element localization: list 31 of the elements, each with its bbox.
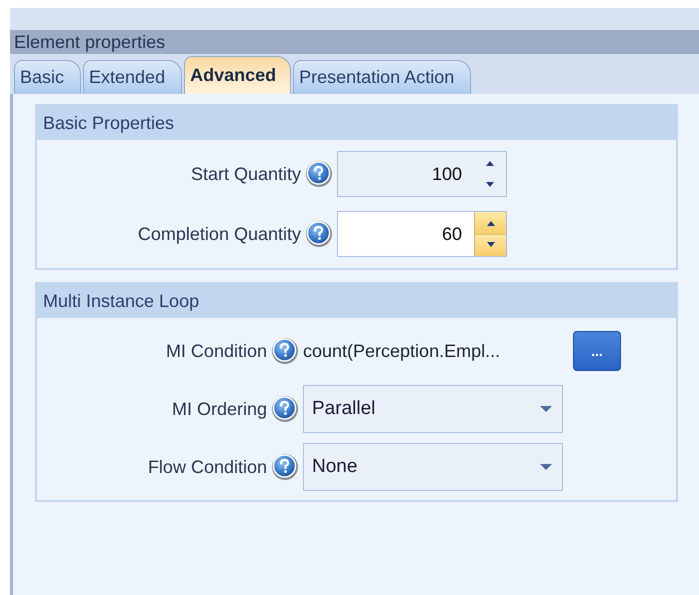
field-label: MI Condition bbox=[164, 340, 267, 362]
dropdown[interactable]: None bbox=[303, 443, 563, 491]
tab[interactable]: Advanced bbox=[184, 56, 292, 94]
help-icon[interactable] bbox=[305, 220, 333, 248]
help-icon[interactable] bbox=[271, 337, 299, 365]
group-title: Basic Properties bbox=[43, 113, 174, 133]
tab[interactable]: Basic bbox=[14, 60, 82, 94]
up-arrow-icon bbox=[484, 218, 496, 227]
number-field[interactable]: 100 bbox=[337, 151, 507, 197]
dropdown-arrow-icon bbox=[538, 462, 554, 472]
help-icon[interactable] bbox=[305, 160, 333, 188]
number-field[interactable]: 60 bbox=[337, 211, 507, 257]
dropdown[interactable]: Parallel bbox=[303, 385, 563, 433]
up-arrow-icon bbox=[484, 159, 496, 167]
decrement-button[interactable] bbox=[474, 234, 506, 256]
tab[interactable]: Presentation Action bbox=[293, 60, 472, 94]
group-title: Multi Instance Loop bbox=[43, 291, 200, 311]
field-label: MI Ordering bbox=[170, 398, 267, 420]
help-icon[interactable] bbox=[271, 453, 299, 481]
down-arrow-icon bbox=[484, 181, 496, 189]
window-title: Element properties bbox=[14, 32, 166, 52]
tab[interactable]: Extended bbox=[83, 60, 182, 94]
browse-button[interactable]: ... bbox=[573, 331, 621, 371]
field-label: Flow Condition bbox=[146, 456, 267, 478]
field-label: Start Quantity bbox=[190, 164, 301, 184]
field-label: Completion Quantity bbox=[136, 224, 301, 244]
dropdown-arrow-icon bbox=[538, 404, 554, 414]
down-arrow-icon bbox=[484, 241, 496, 250]
increment-button[interactable] bbox=[474, 212, 506, 234]
help-icon[interactable] bbox=[271, 395, 299, 423]
condition-value: count(Perception.Empl... bbox=[303, 340, 502, 362]
